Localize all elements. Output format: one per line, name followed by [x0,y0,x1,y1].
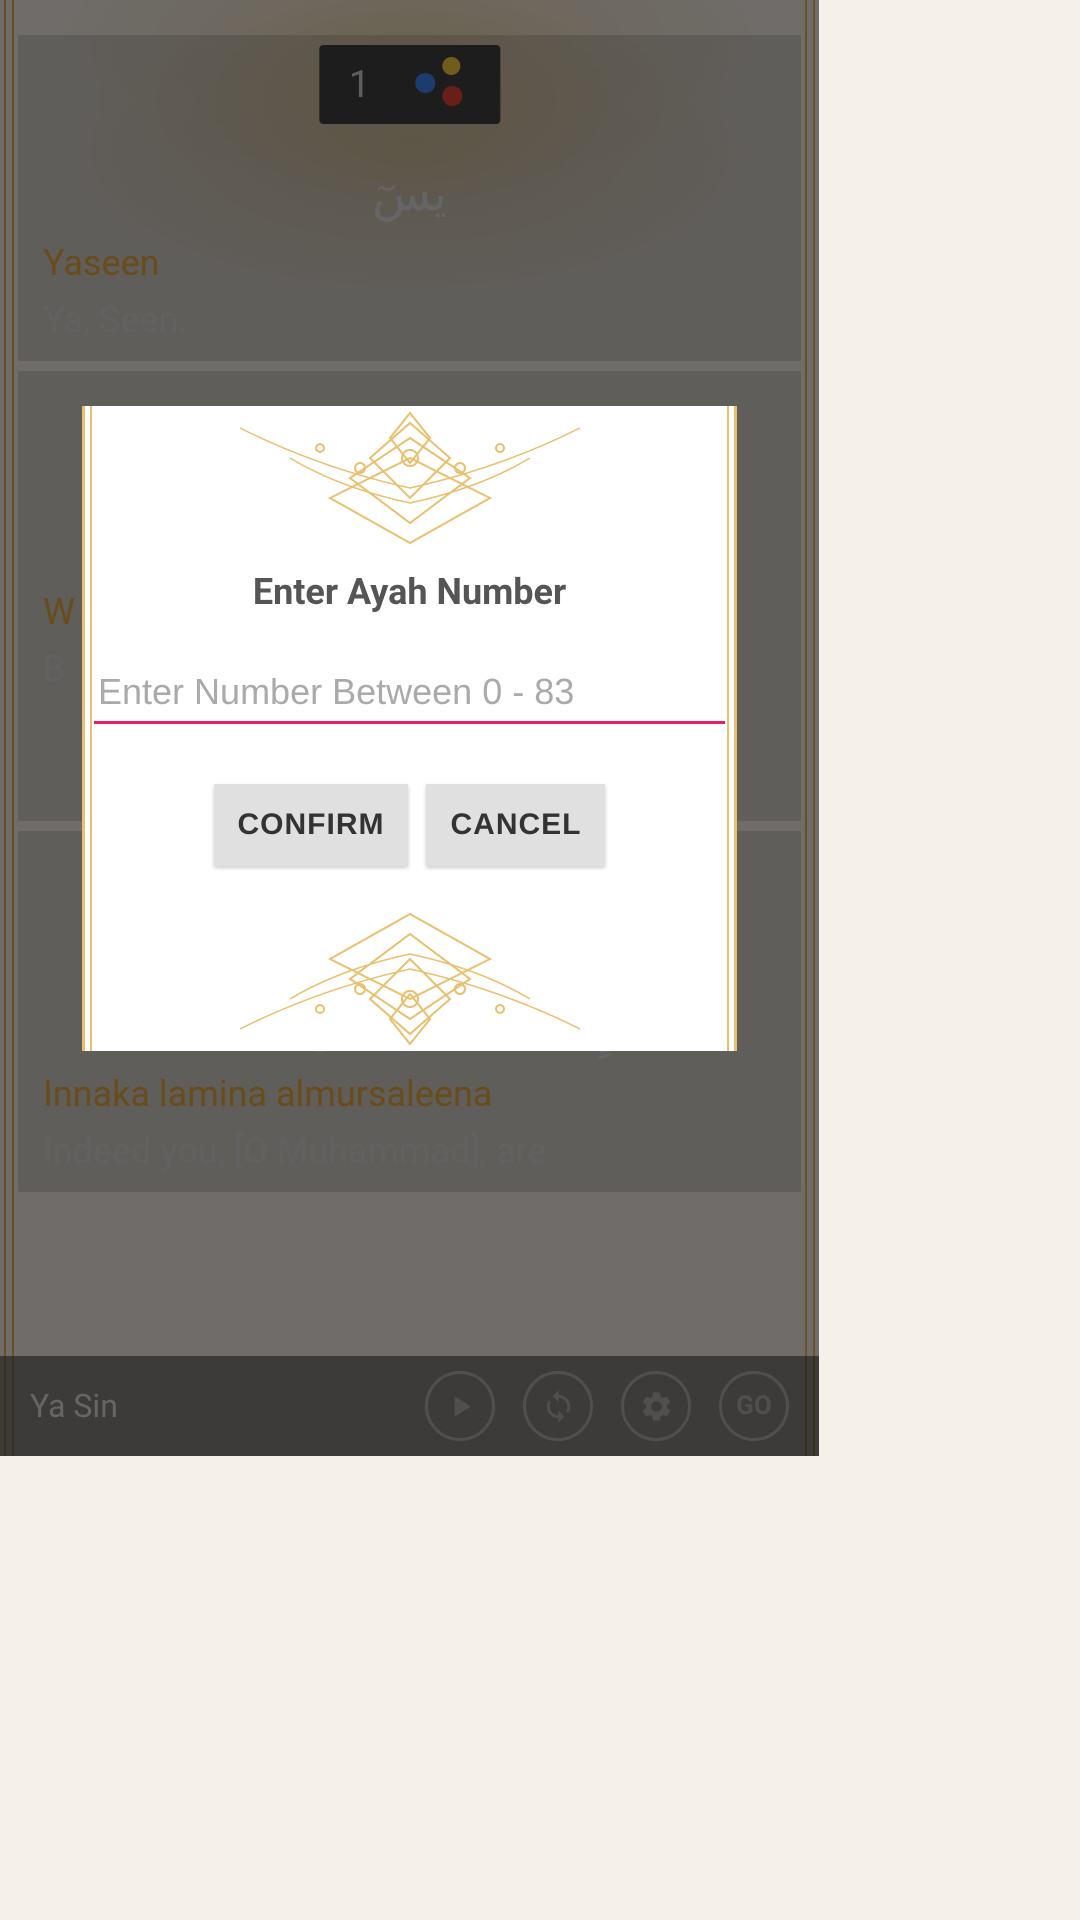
modal-overlay[interactable]: Enter Ayah Number CONFIRM CANCEL [0,0,819,1456]
confirm-button[interactable]: CONFIRM [214,784,409,866]
ayah-number-dialog: Enter Ayah Number CONFIRM CANCEL [82,406,737,1051]
input-wrapper [94,663,725,724]
ayah-number-input[interactable] [94,663,725,724]
dialog-buttons: CONFIRM CANCEL [94,784,725,866]
dialog-decoration-bottom-icon [140,909,680,1049]
dialog-content: Enter Ayah Number CONFIRM CANCEL [82,406,737,866]
dialog-title: Enter Ayah Number [94,571,725,613]
cancel-button[interactable]: CANCEL [426,784,605,866]
